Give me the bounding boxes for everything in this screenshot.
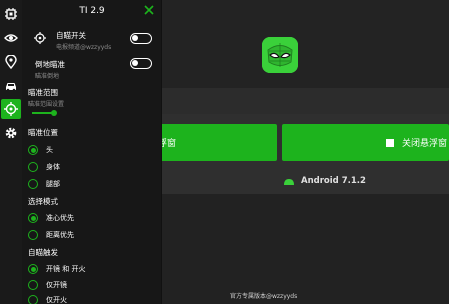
crosshair-icon[interactable] <box>1 99 21 119</box>
select-mode-label: 准心优先 <box>46 214 74 222</box>
android-icon <box>284 178 294 185</box>
radio-icon <box>28 230 38 240</box>
select-mode-title: 选择模式 <box>28 197 58 206</box>
radio-dot <box>30 215 36 221</box>
radio-icon <box>28 179 38 189</box>
auto-trigger-option-scope[interactable]: 仅开镜 <box>28 280 67 290</box>
aim-position-option-body[interactable]: 身体 <box>28 162 60 172</box>
auto-trigger-label: 仅开火 <box>46 296 67 304</box>
knocked-aim-desc: 瞄准倒地 <box>35 73 60 80</box>
aim-position-option-head[interactable]: 头 <box>28 145 53 155</box>
eye-icon[interactable] <box>1 28 21 48</box>
aim-position-label: 头 <box>46 146 53 154</box>
select-mode-label: 距离优先 <box>46 231 74 239</box>
radio-selected-icon <box>28 264 38 274</box>
radio-dot <box>30 266 36 272</box>
toggle-knob <box>132 35 138 41</box>
select-mode-option-distance[interactable]: 距离优先 <box>28 230 74 240</box>
radio-icon <box>28 280 38 290</box>
close-float-label: 关闭悬浮窗 <box>402 139 448 149</box>
aim-range-title: 瞄准范围 <box>28 88 58 97</box>
aim-range-slider-thumb[interactable] <box>51 110 57 116</box>
aim-position-title: 瞄准位置 <box>28 128 58 137</box>
gear-icon[interactable] <box>1 123 21 143</box>
aim-position-option-legs[interactable]: 腿部 <box>28 179 60 189</box>
panel-header: TI 2.9 <box>22 0 162 22</box>
checkbox-icon <box>386 138 394 147</box>
radio-selected-icon <box>28 213 38 223</box>
radio-dot <box>30 147 36 153</box>
aimbot-toggle[interactable] <box>130 33 152 44</box>
aim-position-label: 腿部 <box>46 180 60 188</box>
settings-panel: TI 2.9 自瞄开关 电报频道@wzzyyds 倒地瞄准 瞄准倒地 瞄准范围 … <box>22 0 162 304</box>
menu-rail <box>0 0 22 304</box>
aim-range-setting: 瞄准范围 瞄准范围设置 <box>22 87 162 108</box>
radio-icon <box>28 295 38 304</box>
auto-trigger-label: 仅开镜 <box>46 281 67 289</box>
toggle-knob <box>132 60 138 66</box>
auto-trigger-option-scope-fire[interactable]: 开镜 和 开火 <box>28 264 85 274</box>
android-version-row: Android 7.1.2 <box>283 176 366 186</box>
aim-position-label: 身体 <box>46 163 60 171</box>
radio-icon <box>28 162 38 172</box>
knocked-aim-toggle[interactable] <box>130 58 152 69</box>
radio-selected-icon <box>28 145 38 155</box>
close-icon[interactable] <box>143 4 155 16</box>
aim-range-desc: 瞄准范围设置 <box>28 101 65 108</box>
android-version-text: Android 7.1.2 <box>301 176 366 186</box>
app-logo-icon <box>262 37 298 73</box>
auto-trigger-option-fire[interactable]: 仅开火 <box>28 295 67 304</box>
chip-icon[interactable] <box>1 4 21 24</box>
app-footer-text: 官方专属版本@wzzyyds <box>230 293 298 300</box>
location-pin-icon[interactable] <box>1 52 21 72</box>
car-icon[interactable] <box>1 76 21 96</box>
select-mode-option-crosshair[interactable]: 准心优先 <box>28 213 74 223</box>
auto-trigger-label: 开镜 和 开火 <box>46 265 86 273</box>
panel-title: TI 2.9 <box>79 6 105 16</box>
auto-trigger-title: 自瞄触发 <box>28 248 58 257</box>
close-float-button[interactable]: 关闭悬浮窗 <box>282 124 449 161</box>
